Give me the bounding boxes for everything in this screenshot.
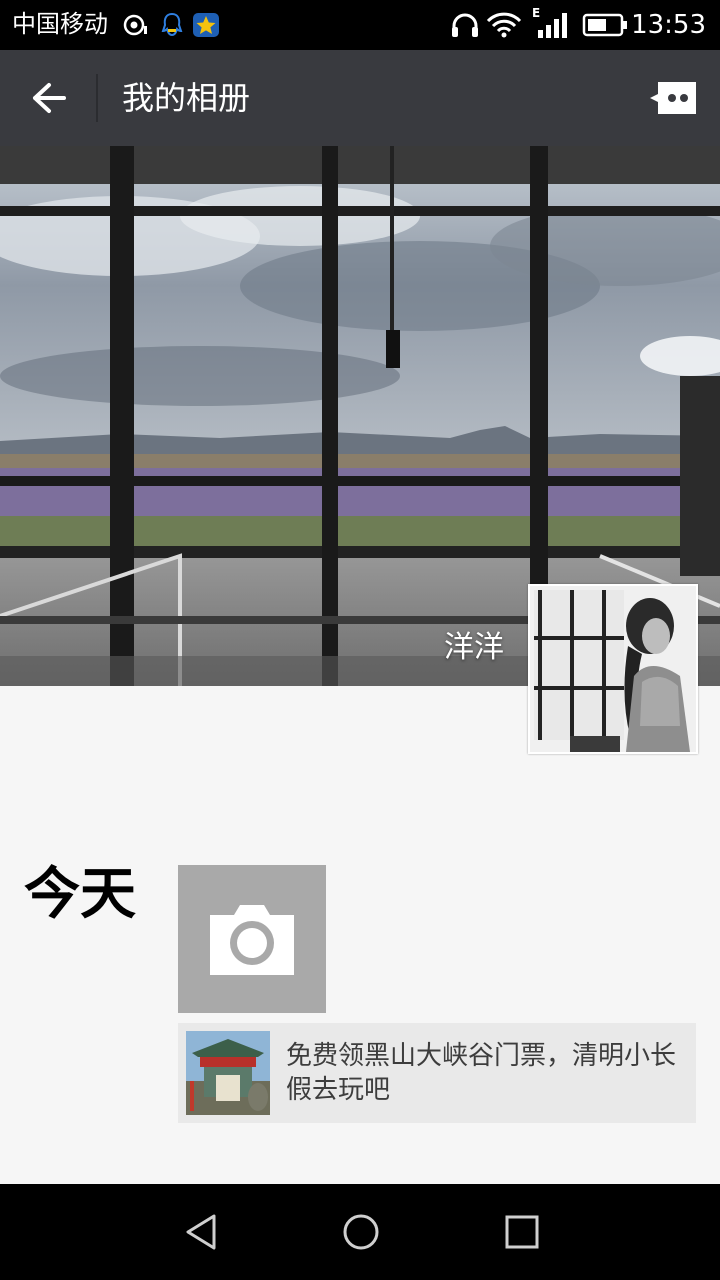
battery-icon [582, 13, 627, 37]
add-photo-button[interactable] [178, 865, 326, 1013]
status-bar: 中国移动 E 13:53 [0, 0, 720, 50]
triangle-back-icon [186, 1214, 216, 1250]
location-icon [123, 14, 147, 36]
back-button[interactable] [22, 72, 76, 124]
shared-link-post[interactable]: 免费领黑山大峡谷门票，清明小长假去玩吧 [178, 1023, 696, 1123]
title-bar: 我的相册 [0, 50, 720, 146]
headphones-icon [452, 13, 478, 37]
post-thumbnail-image [186, 1031, 270, 1115]
message-icon [650, 82, 696, 114]
avatar[interactable] [528, 584, 698, 754]
wifi-icon [486, 12, 522, 38]
carrier-name: 中国移动 [12, 10, 108, 38]
clock: 13:53 [631, 10, 706, 40]
post-title: 免费领黑山大峡谷门票，清明小长假去玩吧 [286, 1041, 677, 1105]
page-title: 我的相册 [122, 79, 251, 117]
nav-back-button[interactable] [182, 1212, 222, 1252]
day-label: 今天 [24, 862, 136, 927]
nav-home-button[interactable] [341, 1212, 381, 1252]
avatar-image [530, 586, 696, 752]
circle-home-icon [343, 1214, 379, 1250]
nav-recents-button[interactable] [502, 1212, 542, 1252]
arrow-left-icon [33, 83, 66, 113]
title-divider [96, 74, 98, 122]
qq-icon [161, 12, 183, 37]
camera-icon [210, 905, 294, 975]
square-recents-icon [505, 1215, 539, 1249]
signal-icon [538, 13, 567, 38]
message-button[interactable] [648, 78, 700, 118]
nickname: 洋洋 [444, 630, 504, 665]
app-star-icon [193, 13, 219, 37]
navigation-bar [0, 1184, 720, 1280]
post-thumbnail [186, 1031, 270, 1115]
